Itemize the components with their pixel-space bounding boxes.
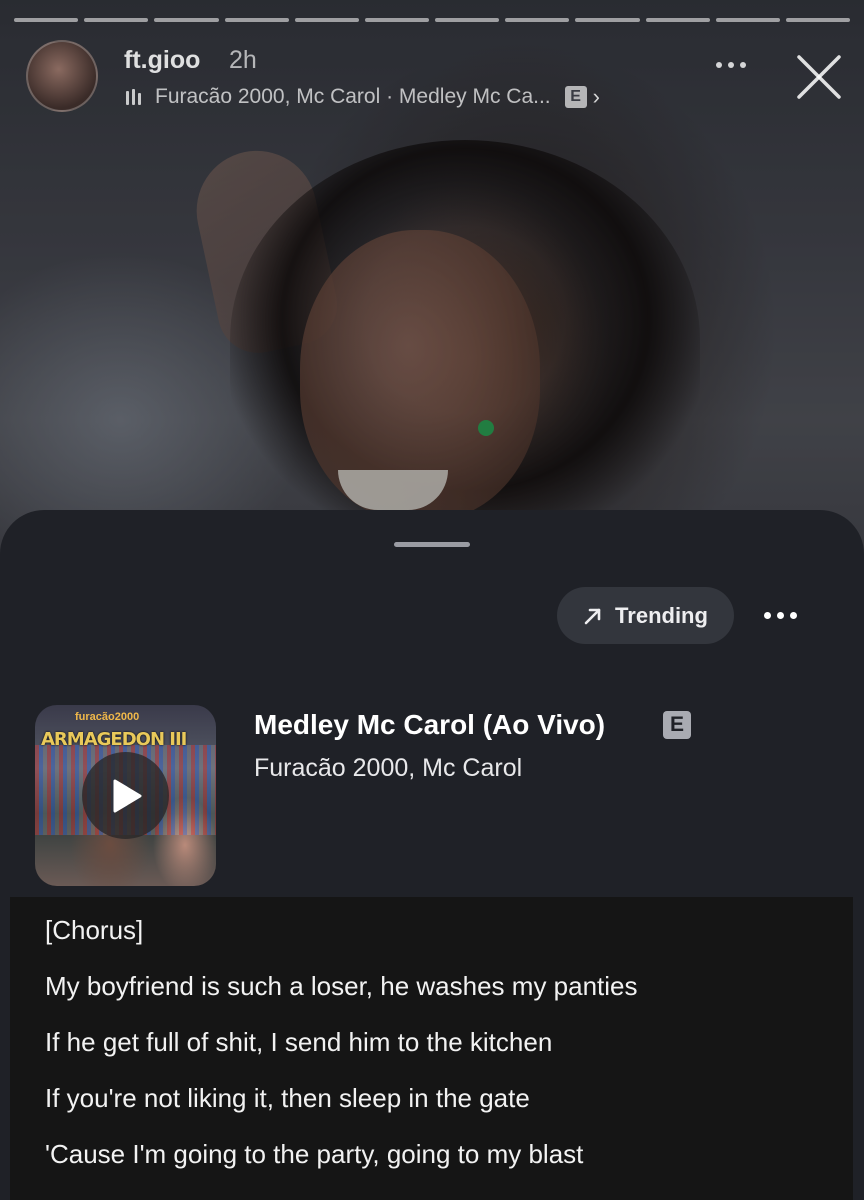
chevron-right-icon: › xyxy=(592,84,600,109)
trending-arrow-icon xyxy=(584,608,601,624)
lyrics-line: [Chorus] xyxy=(45,915,144,945)
timestamp: 2h xyxy=(229,46,257,74)
explicit-badge: E xyxy=(663,711,691,739)
progress-segment xyxy=(294,18,359,22)
progress-segment xyxy=(14,18,79,22)
progress-segment xyxy=(715,18,780,22)
lyrics-panel: [Chorus] My boyfriend is such a loser, h… xyxy=(10,897,853,1200)
story-header: ft.gioo 2h Furacão 2000, Mc Carol · Medl… xyxy=(26,40,846,120)
progress-segment xyxy=(364,18,430,22)
story-progress-bar xyxy=(14,18,851,23)
song-title[interactable]: Medley Mc Carol (Ao Vivo) xyxy=(254,709,605,741)
album-art[interactable]: furacão2000 ARMAGEDON III xyxy=(35,705,216,886)
audio-bars-icon xyxy=(126,89,141,105)
progress-segment xyxy=(224,18,289,22)
close-icon[interactable] xyxy=(794,52,844,102)
album-art-title: ARMAGEDON III xyxy=(41,729,187,750)
progress-segment xyxy=(505,18,570,22)
sheet-grabber[interactable] xyxy=(394,542,470,547)
progress-segment xyxy=(435,18,500,22)
progress-segment xyxy=(645,18,710,22)
trending-button[interactable]: Trending xyxy=(557,587,734,644)
trending-label: Trending xyxy=(615,602,708,628)
music-label: Furacão 2000, Mc Carol · Medley Mc Ca... xyxy=(155,85,551,108)
progress-segment xyxy=(575,18,640,22)
more-options-icon[interactable] xyxy=(764,612,797,619)
lyrics-line: If he get full of shit, I send him to th… xyxy=(45,1027,553,1057)
song-artist[interactable]: Furacão 2000, Mc Carol xyxy=(254,754,522,783)
lyrics-line: 'Cause I'm going to the party, going to … xyxy=(45,1139,584,1169)
lyrics-line: If you're not liking it, then sleep in t… xyxy=(45,1083,530,1113)
music-attribution[interactable]: Furacão 2000, Mc Carol · Medley Mc Ca...… xyxy=(126,84,600,110)
explicit-badge: E xyxy=(564,86,587,108)
album-art-brand: furacão2000 xyxy=(75,711,140,723)
avatar[interactable] xyxy=(26,40,98,112)
play-icon xyxy=(113,779,141,812)
lyrics-line: My boyfriend is such a loser, he washes … xyxy=(45,971,638,1001)
username[interactable]: ft.gioo xyxy=(124,46,200,75)
progress-segment xyxy=(785,18,851,22)
play-button[interactable] xyxy=(82,752,169,839)
progress-segment xyxy=(84,18,149,22)
progress-segment xyxy=(154,18,219,22)
more-options-icon[interactable] xyxy=(716,62,746,68)
